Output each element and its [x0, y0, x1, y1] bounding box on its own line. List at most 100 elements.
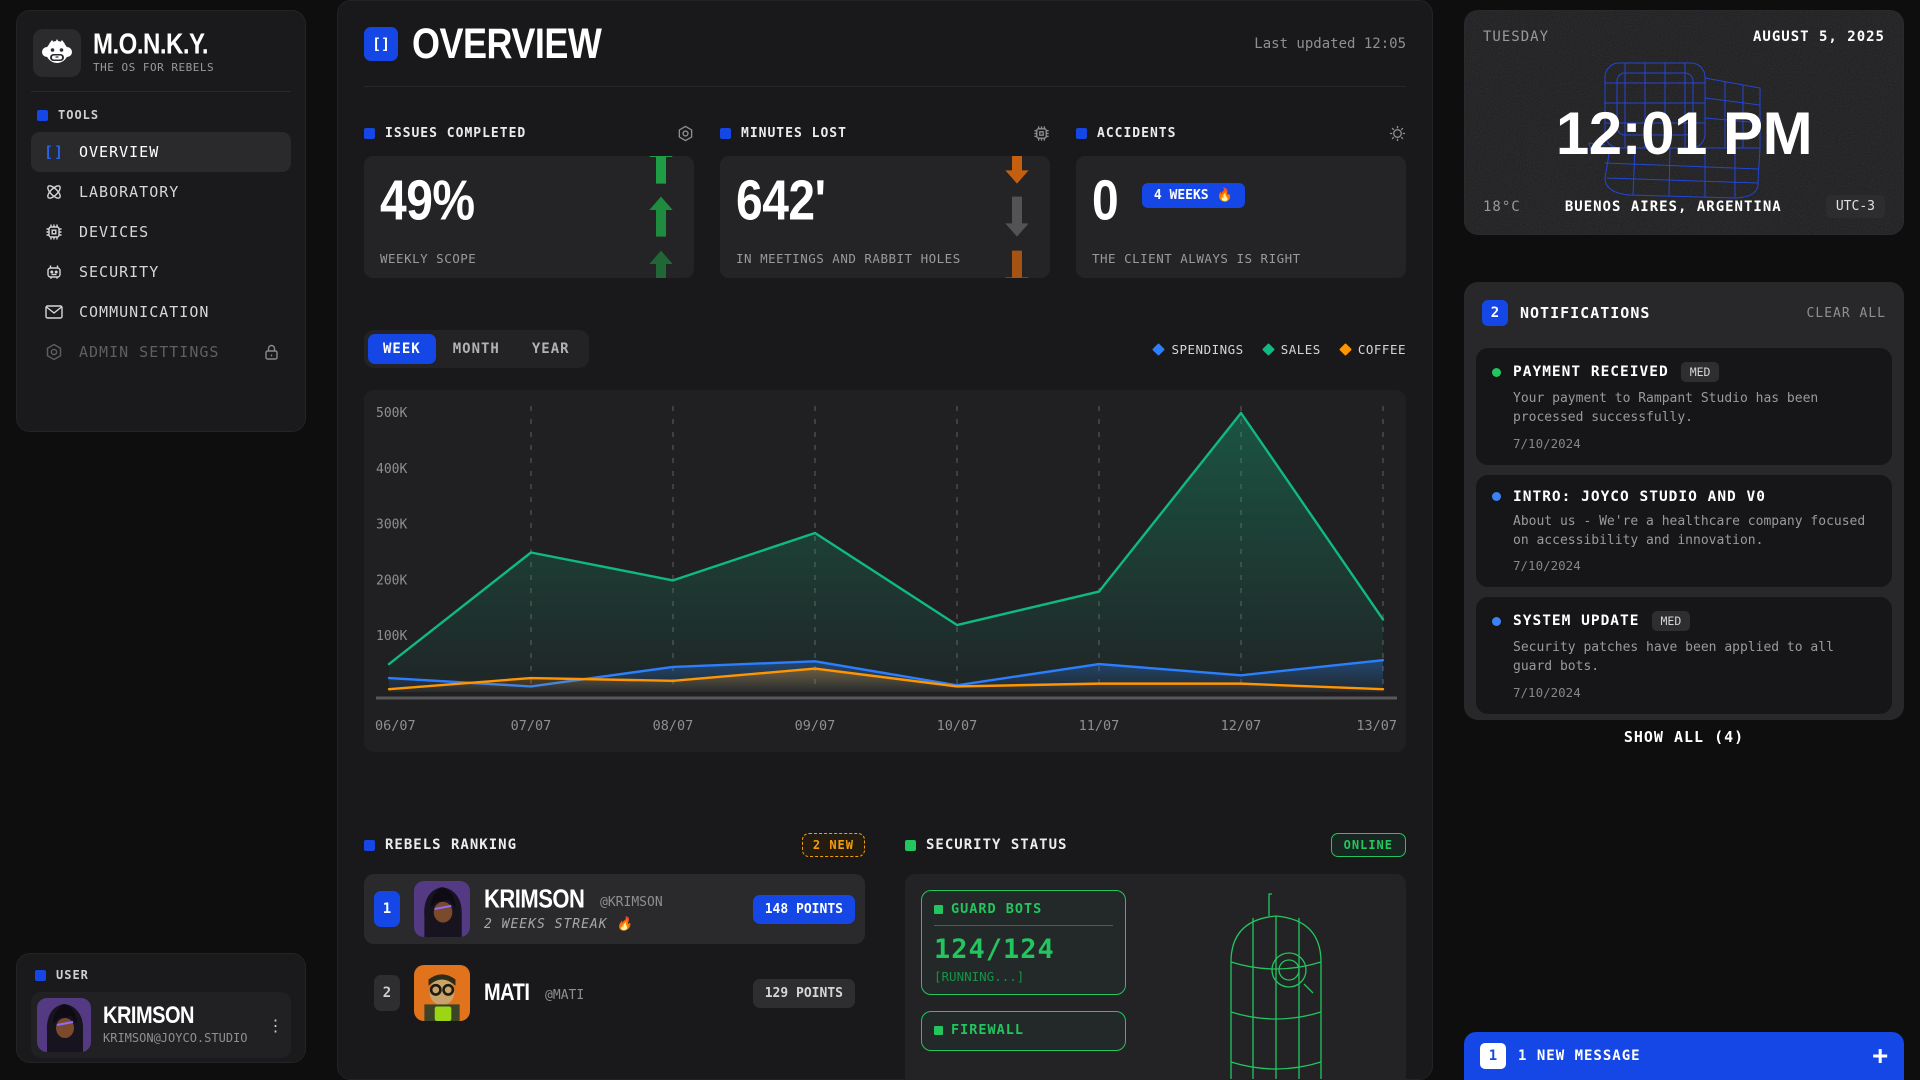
streak-badge: 4 WEEKS 🔥	[1142, 183, 1245, 208]
notifications-title: NOTIFICATIONS	[1520, 304, 1650, 322]
security-tile: GUARD BOTS 124/124 [RUNNING...] FIREWALL	[905, 874, 1406, 1080]
notification-intro[interactable]: INTRO: JOYCO STUDIO AND V0 About us - We…	[1476, 475, 1892, 588]
svg-text:400K: 400K	[376, 462, 407, 477]
sidebar-item-communication[interactable]: COMMUNICATION	[31, 292, 291, 332]
priority-badge: MED	[1652, 611, 1691, 631]
user-name: KRIMSON	[103, 1003, 194, 1030]
priority-badge: MED	[1681, 362, 1720, 382]
clock-time: 12:01 PM	[1465, 99, 1903, 168]
clock-day: TUESDAY	[1483, 29, 1549, 45]
notification-payment[interactable]: PAYMENT RECEIVED MED Your payment to Ram…	[1476, 348, 1892, 465]
firewall-box: FIREWALL	[921, 1011, 1126, 1051]
legend-spendings[interactable]: SPENDINGS	[1154, 342, 1243, 357]
section-marker-icon	[1076, 128, 1087, 139]
page-title: OVERVIEW	[412, 19, 601, 69]
chart-legend: SPENDINGS SALES COFFEE	[1154, 342, 1406, 357]
app-title: M.O.N.K.Y.	[93, 30, 208, 58]
stat-card-issues: ISSUES COMPLETED 49% WEEKLY SCOPE	[364, 125, 694, 278]
svg-text:500K: 500K	[376, 406, 407, 421]
clear-all-button[interactable]: CLEAR ALL	[1807, 306, 1886, 321]
legend-coffee[interactable]: COFFEE	[1341, 342, 1406, 357]
section-marker-icon	[720, 128, 731, 139]
stat-tile: 49% WEEKLY SCOPE	[364, 156, 694, 278]
section-marker-icon	[905, 840, 916, 851]
svg-text:200K: 200K	[376, 573, 407, 588]
clock-date: AUGUST 5, 2025	[1753, 29, 1885, 45]
avatar	[414, 965, 470, 1021]
message-count-badge: 1	[1480, 1043, 1506, 1069]
svg-text:08/07: 08/07	[653, 718, 694, 734]
svg-text:07/07: 07/07	[511, 718, 552, 734]
area-chart: 100K200K300K400K500K06/0707/0708/0709/07…	[364, 390, 1406, 752]
show-all-button[interactable]: SHOW ALL (4)	[1476, 714, 1892, 750]
monkey-logo-icon	[33, 29, 81, 77]
sidebar-item-overview[interactable]: [] OVERVIEW	[31, 132, 291, 172]
svg-text:09/07: 09/07	[795, 718, 836, 734]
chip-settings-icon[interactable]	[1033, 125, 1050, 142]
sidebar-item-laboratory[interactable]: LABORATORY	[31, 172, 291, 212]
svg-text:300K: 300K	[376, 518, 407, 533]
diamond-icon	[1153, 343, 1166, 356]
sidebar: M.O.N.K.Y. THE OS FOR REBELS TOOLS [] OV…	[16, 10, 306, 432]
guard-bots-box: GUARD BOTS 124/124 [RUNNING...]	[921, 890, 1126, 995]
avatar	[414, 881, 470, 937]
svg-text:11/07: 11/07	[1079, 718, 1120, 734]
robot-icon	[43, 263, 65, 281]
utc-badge: UTC-3	[1826, 195, 1885, 218]
security-status-panel: SECURITY STATUS ONLINE GUARD BOTS 124/12…	[905, 830, 1406, 1080]
user-email: KRIMSON@JOYCO.STUDIO	[103, 1031, 248, 1045]
status-dot-icon	[1492, 492, 1501, 501]
sidebar-item-admin-settings[interactable]: ADMIN SETTINGS	[31, 332, 291, 372]
ranking-row-2[interactable]: 2 MATI @MATI 129 P	[364, 958, 865, 1028]
svg-text:10/07: 10/07	[937, 718, 978, 734]
svg-text:13/07: 13/07	[1356, 718, 1397, 734]
ranking-row-1[interactable]: 1 KRIMSON @KRIMSON 2 WEEKS STREAK 🔥	[364, 874, 865, 944]
trend-up-arrows-icon	[638, 156, 684, 278]
section-marker-icon	[364, 840, 375, 851]
sidebar-item-devices[interactable]: DEVICES	[31, 212, 291, 252]
stat-card-minutes: MINUTES LOST 642' IN MEETINGS AND RABBIT…	[720, 125, 1050, 278]
page-title-icon: []	[364, 27, 398, 61]
hex-settings-icon[interactable]	[677, 125, 694, 142]
status-dot-icon	[1492, 617, 1501, 626]
user-row[interactable]: KRIMSON KRIMSON@JOYCO.STUDIO ⋮	[31, 992, 291, 1058]
logo-row: M.O.N.K.Y. THE OS FOR REBELS	[31, 25, 291, 92]
svg-text:06/07: 06/07	[375, 718, 416, 734]
stat-card-accidents: ACCIDENTS 0 4 WEEKS 🔥 THE CLIENT ALWAYS …	[1076, 125, 1406, 278]
clock-temperature: 18°C	[1483, 199, 1521, 215]
gear-icon	[43, 343, 65, 361]
diamond-icon	[1339, 343, 1352, 356]
kebab-menu-icon[interactable]: ⋮	[260, 1012, 292, 1039]
lock-icon	[264, 344, 279, 360]
last-updated: Last updated 12:05	[1254, 36, 1406, 52]
section-marker-icon	[364, 128, 375, 139]
svg-text:12/07: 12/07	[1221, 718, 1262, 734]
status-dot-icon	[1492, 368, 1501, 377]
brackets-icon: []	[43, 143, 65, 161]
new-badge: 2 NEW	[802, 833, 865, 857]
tab-week[interactable]: WEEK	[368, 334, 436, 364]
legend-sales[interactable]: SALES	[1264, 342, 1321, 357]
sidebar-item-security[interactable]: SECURITY	[31, 252, 291, 292]
user-section-label: USER	[35, 968, 287, 982]
notification-system-update[interactable]: SYSTEM UPDATE MED Security patches have …	[1476, 597, 1892, 714]
tab-year[interactable]: YEAR	[517, 334, 585, 364]
plus-icon[interactable]: +	[1872, 1046, 1888, 1066]
notification-count-badge: 2	[1482, 300, 1508, 326]
user-card: USER KRIMSON KRIMSON@JOYCO.STUDIO ⋮	[16, 953, 306, 1063]
new-message-bar[interactable]: 1 1 NEW MESSAGE +	[1464, 1032, 1904, 1080]
section-marker-icon	[35, 970, 46, 981]
green-marker-icon	[934, 1026, 943, 1035]
message-text: 1 NEW MESSAGE	[1518, 1048, 1641, 1064]
green-marker-icon	[934, 905, 943, 914]
guard-bot-wireframe	[1201, 892, 1351, 1080]
rebels-ranking-panel: REBELS RANKING 2 NEW 1 KRIMSON	[364, 830, 865, 1080]
clock-widget: TUESDAY AUGUST 5, 2025 12:01 PM 18°C BUE…	[1464, 10, 1904, 235]
main-content: [] OVERVIEW Last updated 12:05 ISSUES CO…	[337, 0, 1433, 1080]
tab-month[interactable]: MONTH	[438, 334, 515, 364]
trend-down-arrows-icon	[994, 156, 1040, 278]
section-marker-icon	[37, 110, 48, 121]
cog-settings-icon[interactable]	[1389, 125, 1406, 142]
online-badge: ONLINE	[1331, 833, 1406, 857]
avatar	[37, 998, 91, 1052]
